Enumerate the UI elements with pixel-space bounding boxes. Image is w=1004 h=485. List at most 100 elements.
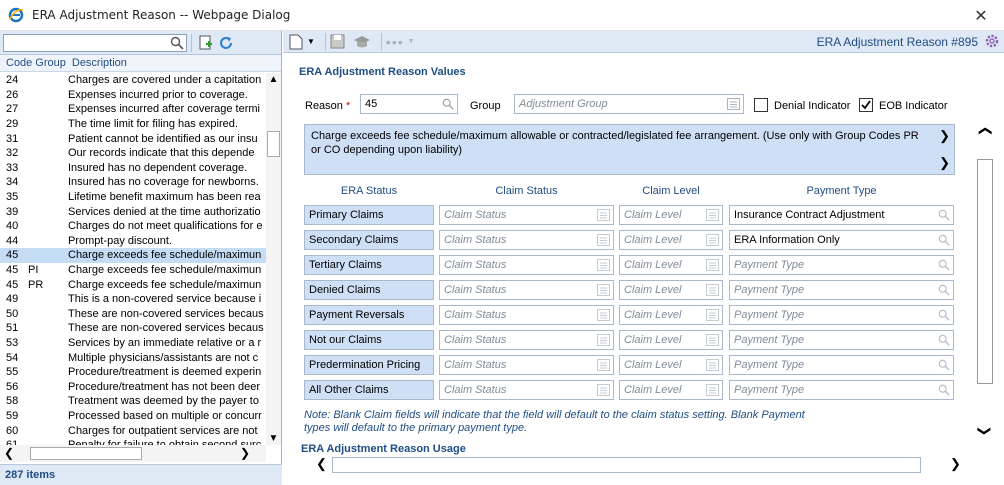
list-picker-icon[interactable] [597,259,610,271]
list-item[interactable]: 60 Charges for outpatient services are no… [0,423,266,438]
scroll-right-icon[interactable]: ❯ [240,446,250,460]
claim-status-field[interactable]: Claim Status [439,230,614,250]
add-record-button[interactable] [196,33,216,53]
list-picker-icon[interactable] [597,284,610,296]
description-field[interactable]: Charge exceeds fee schedule/maximum allo… [304,124,955,175]
payment-type-field[interactable]: Payment Type [729,355,954,375]
list-picker-icon[interactable] [597,209,610,221]
list-picker-icon[interactable] [597,309,610,321]
search-icon[interactable] [938,259,950,271]
save-icon[interactable] [330,34,345,49]
list-item[interactable]: 45 PI Charge exceeds fee schedule/maximun [0,263,266,278]
graduation-cap-icon[interactable] [353,35,371,49]
list-picker-icon[interactable] [706,234,719,246]
claim-status-field[interactable]: Claim Status [439,280,614,300]
list-item[interactable]: 61Penalty for failure to obtain second s… [0,438,266,445]
scroll-down-icon[interactable]: ▼ [268,433,279,444]
scroll-up-icon[interactable]: ❯ [976,126,992,137]
payment-type-field[interactable]: Payment Type [729,330,954,350]
payment-type-field[interactable]: Payment Type [729,280,954,300]
detail-vertical-scrollbar[interactable]: ❯ ❯ [976,123,995,436]
search-icon[interactable] [938,209,950,221]
list-item[interactable]: 39 Services denied at the time authorizat… [0,204,266,219]
list-item[interactable]: 40 Charges do not meet qualifications for… [0,219,266,234]
list-item[interactable]: 32 Our records indicate that this depende [0,146,266,161]
list-item[interactable]: 51 These are non-covered services becaus [0,321,266,336]
payment-type-field[interactable]: Insurance Contract Adjustment [729,205,954,225]
refresh-button[interactable] [216,33,236,53]
column-group[interactable]: Group [32,57,66,69]
scroll-left-icon[interactable]: ❮ [4,446,14,460]
search-icon[interactable] [938,359,950,371]
list-item[interactable]: 50 These are non-covered services becaus [0,307,266,322]
list-picker-icon[interactable] [597,234,610,246]
claim-level-field[interactable]: Claim Level [619,330,723,350]
chevron-down-icon[interactable]: ▼ [408,38,415,45]
list-vertical-scrollbar[interactable]: ▲ ▼ [266,73,281,445]
list-item[interactable]: 49 This is a non-covered service because … [0,292,266,307]
list-picker-icon[interactable] [706,334,719,346]
claim-level-field[interactable]: Claim Level [619,230,723,250]
claim-status-field[interactable]: Claim Status [439,380,614,400]
list-item[interactable]: 56 Procedure/treatment has not been deer [0,379,266,394]
search-input[interactable] [3,33,187,52]
denial-indicator-checkbox[interactable] [754,98,768,112]
list-item[interactable]: 45 PR Charge exceeds fee schedule/maximun [0,277,266,292]
claim-level-field[interactable]: Claim Level [619,305,723,325]
more-options-icon[interactable]: ••• [386,34,404,50]
list-item[interactable]: 45 Charge exceeds fee schedule/maximun [0,248,266,263]
claim-level-field[interactable]: Claim Level [619,255,723,275]
list-item[interactable]: 31 Patient cannot be identified as our in… [0,131,266,146]
list-item[interactable]: 55 Procedure/treatment is deemed experin [0,365,266,380]
list-picker-icon[interactable] [706,384,719,396]
claim-level-field[interactable]: Claim Level [619,380,723,400]
gear-icon[interactable] [984,33,1000,49]
list-horizontal-scrollbar[interactable]: ❮ ❯ [0,445,266,462]
list-picker-icon[interactable] [706,284,719,296]
claim-status-field[interactable]: Claim Status [439,305,614,325]
list-picker-icon[interactable] [706,359,719,371]
search-icon[interactable] [938,284,950,296]
search-icon[interactable] [442,98,454,110]
list-item[interactable]: 58 Treatment was deemed by the payer to [0,394,266,409]
list-picker-icon[interactable] [597,334,610,346]
list-item[interactable]: 35 Lifetime benefit maximum has been rea [0,190,266,205]
scroll-down-icon[interactable]: ❯ [939,156,950,170]
scroll-up-icon[interactable]: ▲ [268,74,279,85]
list-item[interactable]: 59 Processed based on multiple or concurr [0,409,266,424]
scrollbar-thumb[interactable] [977,159,993,384]
search-icon[interactable] [170,36,184,50]
search-icon[interactable] [938,384,950,396]
list-picker-icon[interactable] [706,259,719,271]
claim-level-field[interactable]: Claim Level [619,205,723,225]
payment-type-field[interactable]: ERA Information Only [729,230,954,250]
payment-type-field[interactable]: Payment Type [729,255,954,275]
list-picker-icon[interactable] [597,359,610,371]
new-document-icon[interactable] [289,34,303,50]
usage-scroll-bar[interactable] [332,457,921,473]
list-item[interactable]: 54 Multiple physicians/assistants are not… [0,350,266,365]
column-code[interactable]: Code [0,57,32,69]
search-icon[interactable] [938,234,950,246]
scroll-up-icon[interactable]: ❯ [939,129,950,143]
group-field[interactable]: Adjustment Group [514,94,744,114]
payment-type-field[interactable]: Payment Type [729,305,954,325]
column-description[interactable]: Description [66,57,127,69]
list-item[interactable]: 34 Insured has no coverage for newborns. [0,175,266,190]
list-item[interactable]: 26 Expenses incurred prior to coverage. [0,88,266,103]
list-picker-icon[interactable] [706,209,719,221]
claim-level-field[interactable]: Claim Level [619,280,723,300]
list-picker-icon[interactable] [597,384,610,396]
payment-type-field[interactable]: Payment Type [729,380,954,400]
claim-status-field[interactable]: Claim Status [439,255,614,275]
search-icon[interactable] [938,309,950,321]
scroll-down-icon[interactable]: ❯ [976,426,992,437]
list-item[interactable]: 33 Insured has no dependent coverage. [0,161,266,176]
chevron-down-icon[interactable]: ▼ [307,37,315,46]
claim-status-field[interactable]: Claim Status [439,330,614,350]
list-picker-icon[interactable] [706,309,719,321]
reason-field[interactable]: 45 [360,94,458,114]
eob-indicator-checkbox[interactable] [859,98,873,112]
chevron-right-icon[interactable]: ❯ [950,456,961,472]
list-picker-icon[interactable] [727,98,740,110]
